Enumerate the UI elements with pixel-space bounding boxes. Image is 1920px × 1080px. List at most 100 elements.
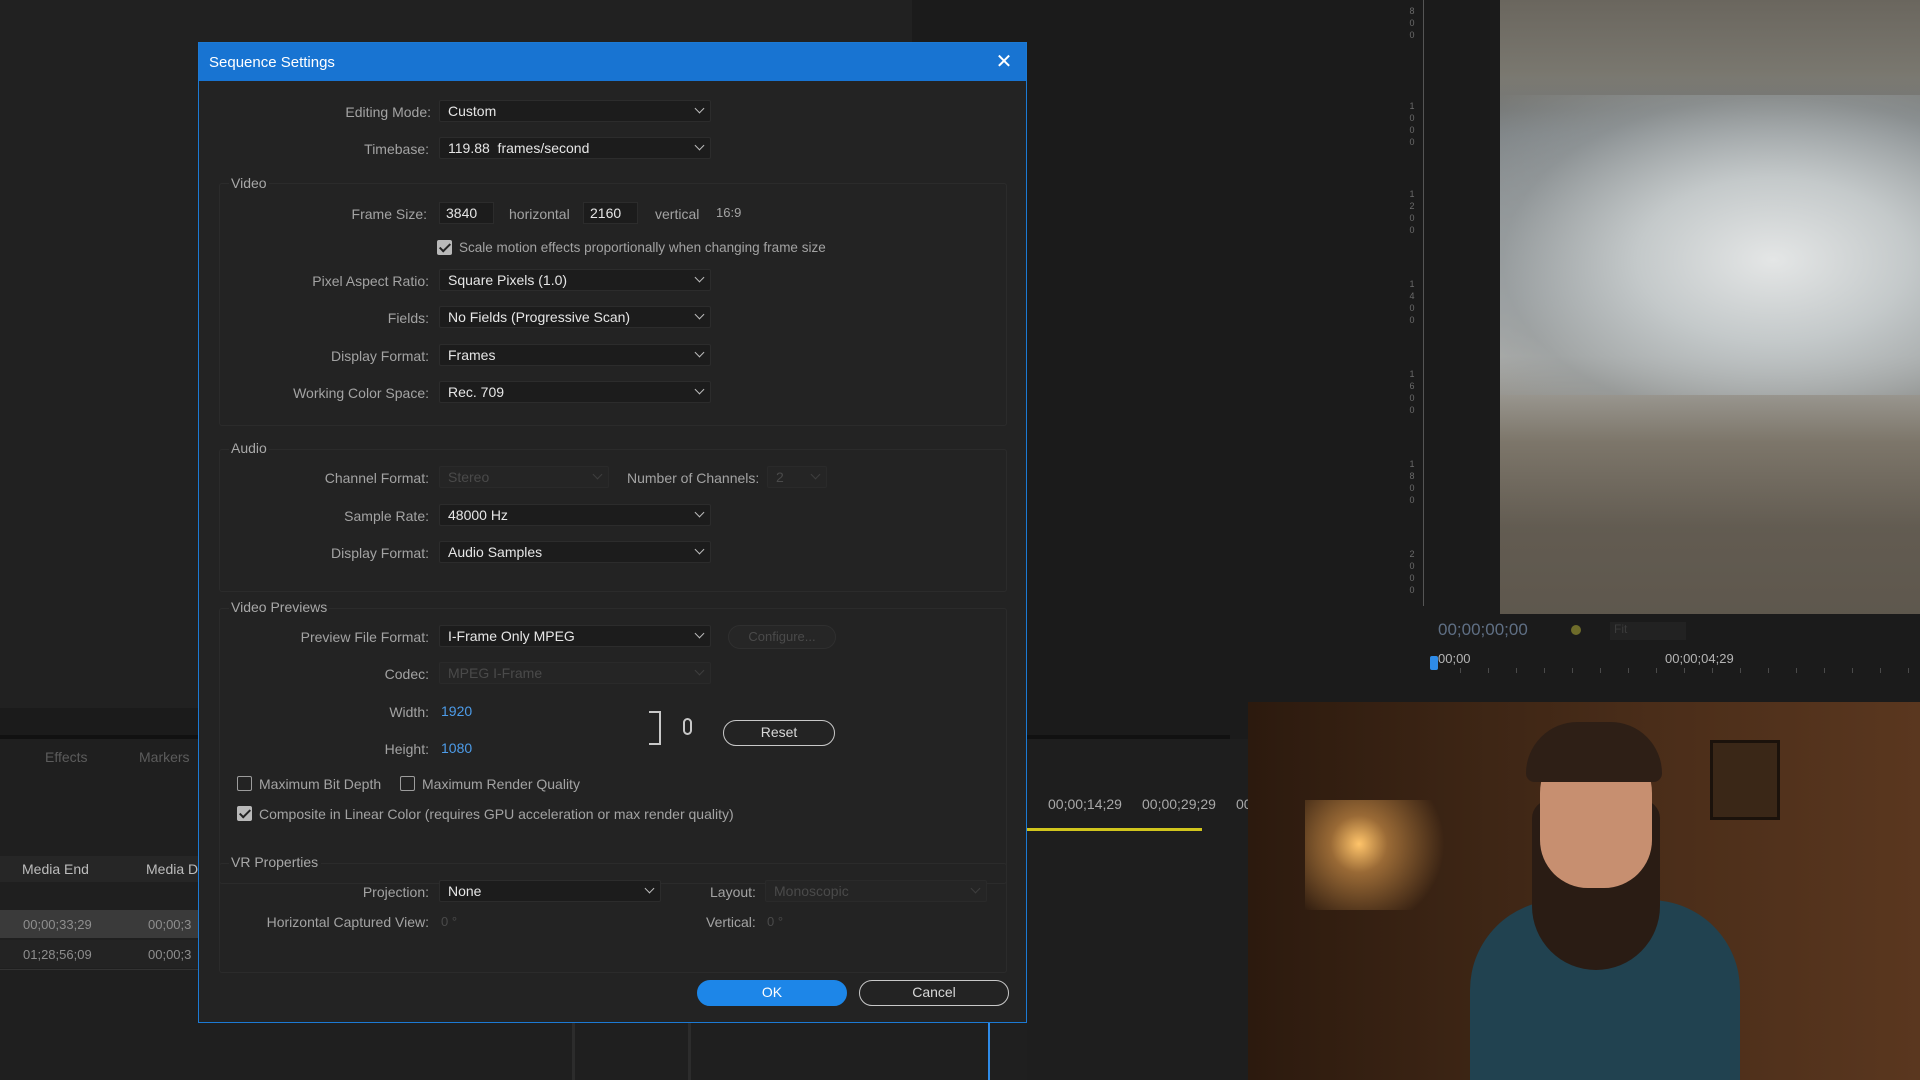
cell-media-duration: 00;00;3 <box>148 947 192 962</box>
layout-dropdown[interactable]: Monoscopic <box>765 880 987 902</box>
vr-properties-title-text: VR Properties <box>231 854 319 870</box>
reset-button[interactable]: Reset <box>723 720 835 746</box>
chevron-down-icon <box>644 883 655 894</box>
ruler-digit: 0 <box>1409 303 1415 313</box>
video-group-title: Video <box>229 175 269 191</box>
num-channels-dropdown[interactable]: 2 <box>767 466 827 488</box>
height-label: Height: <box>384 741 429 757</box>
max-render-quality-checkbox[interactable] <box>400 776 415 791</box>
frame-width-field[interactable]: 3840 <box>439 202 494 224</box>
ruler-digit: 1 <box>1409 369 1415 379</box>
projection-dropdown[interactable]: None <box>439 880 661 902</box>
fields-label: Fields: <box>387 310 429 326</box>
codec-dropdown[interactable]: MPEG I-Frame <box>439 662 711 684</box>
column-media-end[interactable]: Media End <box>22 861 89 877</box>
dialog-title: Sequence Settings <box>209 53 335 71</box>
ruler-digit: 0 <box>1409 315 1415 325</box>
playhead-line[interactable] <box>988 1023 990 1080</box>
ruler-digit: 4 <box>1409 291 1415 301</box>
audio-group-title: Audio <box>229 440 269 456</box>
max-bit-depth-label: Maximum Bit Depth <box>259 776 382 792</box>
frame-height-field[interactable]: 2160 <box>583 202 638 224</box>
program-timecode[interactable]: 00;00;00;00 <box>1438 620 1528 640</box>
ruler-end-time: 00;00;04;29 <box>1665 651 1734 666</box>
video-frame-water <box>1500 95 1920 395</box>
horizontal-captured-label: Horizontal Captured View: <box>266 914 429 930</box>
link-bracket <box>649 711 661 745</box>
chevron-down-icon <box>694 103 705 114</box>
chevron-down-icon <box>694 628 705 639</box>
display-format-value: Frames <box>448 347 496 363</box>
width-label: Width: <box>389 704 429 720</box>
ruler-digit: 0 <box>1409 393 1415 403</box>
width-value[interactable]: 1920 <box>441 703 472 719</box>
configure-button[interactable]: Configure... <box>728 625 836 649</box>
composite-linear-checkbox[interactable] <box>237 806 252 821</box>
column-media-duration[interactable]: Media D <box>146 861 198 877</box>
timeline-track <box>572 1023 575 1080</box>
chevron-down-icon <box>694 309 705 320</box>
composite-linear-label: Composite in Linear Color (requires GPU … <box>259 806 734 822</box>
ruler-digit: 0 <box>1409 573 1415 583</box>
close-icon[interactable]: ✕ <box>992 50 1016 74</box>
audio-display-format-label: Display Format: <box>330 545 429 561</box>
height-value[interactable]: 1080 <box>441 740 472 756</box>
ruler-digit: 0 <box>1409 18 1415 28</box>
sample-rate-label: Sample Rate: <box>344 508 429 524</box>
num-channels-value: 2 <box>776 469 784 485</box>
vertical-captured-label: Vertical: <box>706 914 756 930</box>
editing-mode-label: Editing Mode: <box>345 104 431 120</box>
horizontal-captured-value[interactable]: 0 ° <box>441 914 457 929</box>
ruler-digit: 0 <box>1409 561 1415 571</box>
pixel-aspect-dropdown[interactable]: Square Pixels (1.0) <box>439 269 711 291</box>
ruler-digit: 0 <box>1409 495 1415 505</box>
cell-media-end: 00;00;33;29 <box>23 917 92 932</box>
sample-rate-dropdown[interactable]: 48000 Hz <box>439 504 711 526</box>
tab-effects[interactable]: Effects <box>45 749 88 765</box>
display-format-label: Display Format: <box>330 348 429 364</box>
max-bit-depth-checkbox[interactable] <box>237 776 252 791</box>
ruler-digit: 8 <box>1409 471 1415 481</box>
dialog-title-bar[interactable]: Sequence Settings ✕ <box>199 43 1026 81</box>
timebase-dropdown[interactable]: 119.88 frames/second <box>439 137 711 159</box>
cancel-button[interactable]: Cancel <box>859 980 1009 1006</box>
ruler-digit: 1 <box>1409 459 1415 469</box>
scale-motion-checkbox[interactable] <box>437 240 452 255</box>
audio-display-format-dropdown[interactable]: Audio Samples <box>439 541 711 563</box>
playhead-icon[interactable] <box>1430 656 1438 670</box>
working-color-space-value: Rec. 709 <box>448 384 505 400</box>
ruler-digit: 1 <box>1409 189 1415 199</box>
ruler-digit: 1 <box>1409 279 1415 289</box>
ruler-digit: 0 <box>1409 113 1415 123</box>
timeline-timecode: 00;00;29;29 <box>1142 796 1216 812</box>
cell-media-end: 01;28;56;09 <box>23 947 92 962</box>
row-divider <box>0 969 198 970</box>
display-format-dropdown[interactable]: Frames <box>439 344 711 366</box>
fit-dropdown[interactable]: Fit <box>1610 622 1686 640</box>
fields-dropdown[interactable]: No Fields (Progressive Scan) <box>439 306 711 328</box>
ruler-start-time: 00;00 <box>1438 651 1471 666</box>
chevron-down-icon <box>694 272 705 283</box>
chevron-down-icon <box>592 469 603 480</box>
work-area-bar[interactable] <box>1027 828 1202 831</box>
num-channels-label: Number of Channels: <box>627 470 760 486</box>
ruler-digit: 0 <box>1409 405 1415 415</box>
channel-format-dropdown[interactable]: Stereo <box>439 466 609 488</box>
channel-format-label: Channel Format: <box>324 470 429 486</box>
marker-dot-icon[interactable] <box>1571 625 1581 635</box>
editing-mode-dropdown[interactable]: Custom <box>439 100 711 122</box>
pixel-aspect-label: Pixel Aspect Ratio: <box>312 273 429 289</box>
working-color-space-label: Working Color Space: <box>293 385 429 401</box>
ok-button[interactable]: OK <box>697 980 847 1006</box>
chevron-down-icon <box>694 544 705 555</box>
sample-rate-value: 48000 Hz <box>448 507 508 523</box>
pixel-aspect-value: Square Pixels (1.0) <box>448 272 568 288</box>
chevron-down-icon <box>810 469 821 480</box>
sequence-settings-dialog: Sequence Settings ✕ Editing Mode: Custom… <box>198 42 1027 1023</box>
vertical-captured-value[interactable]: 0 ° <box>767 914 783 929</box>
tab-markers[interactable]: Markers <box>139 749 190 765</box>
link-icon[interactable] <box>683 718 692 735</box>
timeline-timecode: 00;00;14;29 <box>1048 796 1122 812</box>
working-color-space-dropdown[interactable]: Rec. 709 <box>439 381 711 403</box>
preview-file-format-dropdown[interactable]: I-Frame Only MPEG <box>439 625 711 647</box>
